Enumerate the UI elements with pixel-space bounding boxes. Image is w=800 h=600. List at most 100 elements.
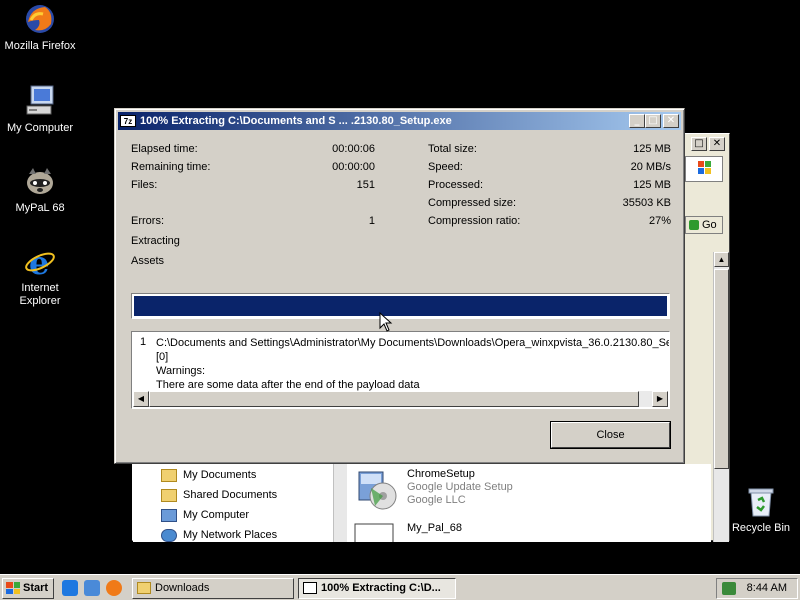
desktop-icon-label: Recycle Bin [731, 522, 791, 534]
stat-label: Speed: [428, 161, 463, 173]
maximize-button[interactable]: □ [645, 114, 661, 128]
extraction-dialog: 7z 100% Extracting C:\Documents and S ..… [114, 108, 685, 464]
stat-total-size: Total size: 125 MB [428, 143, 671, 161]
desktop-icon-mypal[interactable]: MyPaL 68 [0, 164, 80, 215]
start-label: Start [23, 582, 49, 594]
log-horizontal-scrollbar[interactable]: ◀ ▶ [133, 391, 668, 407]
log-entry-number: 1 [140, 336, 147, 348]
tree-item-my-computer[interactable]: My Computer [161, 506, 249, 524]
computer-icon [161, 508, 177, 522]
tray-network-icon[interactable] [722, 582, 736, 595]
stat-remaining-time: Remaining time: 00:00:00 [131, 161, 375, 179]
explorer-left-scrollbar[interactable] [333, 464, 347, 542]
stat-label: Compressed size: [428, 197, 517, 209]
desktop-icon-my-computer[interactable]: My Computer [0, 84, 80, 135]
folder-icon [161, 488, 177, 502]
clock[interactable]: 8:44 AM [747, 579, 787, 598]
desktop-icon-label: My Computer [6, 122, 74, 134]
stat-label: Compression ratio: [428, 215, 521, 227]
tree-item-label: My Computer [183, 509, 250, 521]
task-downloads[interactable]: Downloads [132, 578, 294, 599]
folder-icon [161, 468, 177, 482]
tree-item-shared-documents[interactable]: Shared Documents [161, 486, 277, 504]
stat-value: 20 MB/s [630, 161, 671, 173]
stat-compressed-size: Compressed size: 35503 KB [428, 197, 671, 215]
system-tray: 8:44 AM [716, 578, 798, 599]
document-icon [353, 522, 399, 566]
desktop-icon-firefox[interactable]: Mozilla Firefox [0, 2, 80, 53]
internet-explorer-icon: e [23, 244, 57, 282]
stat-files: Files: 151 [131, 179, 375, 197]
explorer-folder-tree: My Documents Shared Documents My Compute… [133, 464, 333, 542]
stat-speed: Speed: 20 MB/s [428, 161, 671, 179]
stat-label: Files: [131, 179, 158, 191]
close-button[interactable]: Close [551, 422, 670, 448]
progress-fill [134, 296, 667, 316]
status-action: Extracting [131, 235, 180, 247]
message-log[interactable]: 1 C:\Documents and Settings\Administrato… [131, 331, 670, 409]
stat-value: 00:00:00 [332, 161, 375, 173]
taskbar: Start Downloads 100% Extracting C:\D... … [0, 574, 800, 600]
file-item-my-pal-68[interactable]: My_Pal_68 [353, 522, 462, 566]
stat-elapsed-time: Elapsed time: 00:00:06 [131, 143, 375, 161]
stat-value: 00:00:06 [332, 143, 375, 155]
task-label: 100% Extracting C:\D... [321, 582, 441, 594]
tree-item-label: My Network Places [183, 529, 278, 541]
explorer-file-list: ChromeSetup Google Update Setup Google L… [347, 464, 711, 545]
stat-processed: Processed: 125 MB [428, 179, 671, 197]
stat-label: Remaining time: [131, 161, 211, 173]
quicklaunch-app-icon[interactable] [84, 580, 100, 596]
stat-errors: Errors: 1 [131, 215, 375, 233]
desktop-icon-label: Internet Explorer [19, 282, 61, 307]
desktop-icon-recycle-bin[interactable]: Recycle Bin [726, 486, 796, 534]
desktop-icon-label: Mozilla Firefox [4, 40, 76, 52]
dialog-title-bar[interactable]: 7z 100% Extracting C:\Documents and S ..… [118, 112, 681, 130]
status-current-item: Assets [131, 255, 165, 267]
log-lines: C:\Documents and Settings\Administrator\… [156, 336, 670, 392]
network-icon [161, 528, 177, 542]
scroll-left-arrow-icon[interactable]: ◀ [133, 391, 149, 407]
minimize-button[interactable]: _ [629, 114, 645, 128]
svg-text:e: e [29, 244, 49, 278]
scroll-up-arrow-icon[interactable]: ▲ [714, 252, 729, 267]
scroll-thumb[interactable] [149, 391, 639, 407]
explorer-close-button[interactable]: ✕ [709, 137, 725, 151]
windows-flag-icon [6, 582, 20, 594]
stat-value: 125 MB [633, 143, 671, 155]
scroll-right-arrow-icon[interactable]: ▶ [652, 391, 668, 407]
firefox-icon [23, 2, 57, 36]
7zip-icon [303, 582, 317, 594]
stat-value: 151 [356, 179, 375, 191]
task-extracting[interactable]: 100% Extracting C:\D... [298, 578, 456, 599]
scroll-track[interactable] [149, 391, 652, 407]
log-line: There are some data after the end of the… [156, 379, 420, 391]
quicklaunch-ie-icon[interactable] [62, 580, 78, 596]
dialog-title-buttons: _ □ ✕ [629, 114, 679, 128]
folder-icon [137, 582, 151, 594]
quicklaunch-firefox-icon[interactable] [106, 580, 122, 596]
log-line: C:\Documents and Settings\Administrator\… [156, 337, 670, 349]
stat-compression-ratio: Compression ratio: 27% [428, 215, 671, 233]
close-window-button[interactable]: ✕ [663, 114, 679, 128]
recycle-bin-icon [746, 486, 776, 518]
7zip-app-icon: 7z [120, 115, 136, 127]
file-name: My_Pal_68 [407, 522, 463, 534]
go-button[interactable]: Go [685, 216, 723, 234]
log-line: [0] [156, 351, 169, 363]
tree-item-label: Shared Documents [183, 489, 278, 501]
scroll-thumb[interactable] [714, 269, 729, 469]
tree-item-my-documents[interactable]: My Documents [161, 466, 256, 484]
stat-label: Total size: [428, 143, 477, 155]
task-label: Downloads [155, 582, 210, 594]
tree-item-my-network-places[interactable]: My Network Places [161, 526, 277, 544]
file-description: Google Update Setup [407, 481, 513, 493]
file-item-chromesetup[interactable]: ChromeSetup Google Update Setup Google L… [353, 468, 513, 512]
start-button[interactable]: Start [2, 578, 54, 599]
explorer-maximize-button[interactable]: □ [691, 137, 707, 151]
desktop-icon-internet-explorer[interactable]: e Internet Explorer [0, 244, 80, 308]
extraction-progress-bar [131, 293, 670, 319]
tree-item-label: My Documents [183, 469, 257, 481]
file-company: Google LLC [407, 494, 466, 506]
stat-value: 35503 KB [622, 197, 671, 209]
computer-icon [23, 84, 57, 118]
